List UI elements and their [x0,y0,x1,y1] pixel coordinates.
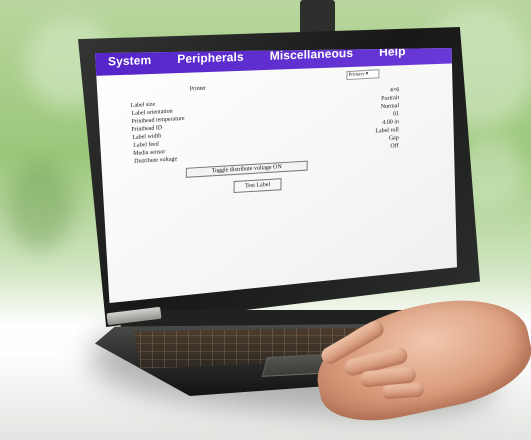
finger [381,382,425,400]
menu-item-help[interactable]: Help [379,48,405,59]
setting-value: Portrait [381,95,400,103]
setting-label: Distribute voltage [134,156,178,165]
setting-label: Label orientation [131,108,173,117]
printer-select[interactable]: Primary ▾ [346,69,380,81]
laptop-screen: System Peripherals Miscellaneous Help Pr… [95,48,457,303]
printer-settings-form: Printer Primary ▾ Label size 4×6 Label o… [111,60,446,260]
setting-label: Label size [130,101,156,110]
toggle-voltage-button[interactable]: Toggle distribute voltage ON [185,160,308,178]
printer-label: Printer [189,85,207,93]
settings-list: Label size 4×6 Label orientation Portrai… [124,87,400,167]
test-label-button[interactable]: Test Label [233,178,282,194]
setting-label: Label width [132,133,162,141]
setting-value: 4.00 in [382,119,399,127]
background-post [300,0,335,35]
setting-value: Normal [380,103,400,111]
background-bokeh [8,160,73,250]
laptop-photo: System Peripherals Miscellaneous Help Pr… [0,0,531,440]
setting-value: Label roll [375,127,399,135]
setting-value: 01 [392,111,399,118]
setting-label: Printhead ID [131,125,163,134]
menu-item-system[interactable]: System [108,53,151,69]
setting-value: 4×6 [389,87,400,94]
setting-value: Off [390,143,399,150]
setting-label: Label feed [133,141,159,149]
menu-item-peripherals[interactable]: Peripherals [177,50,243,66]
setting-value: Gap [388,135,399,142]
setting-label: Media sensor [133,149,166,157]
